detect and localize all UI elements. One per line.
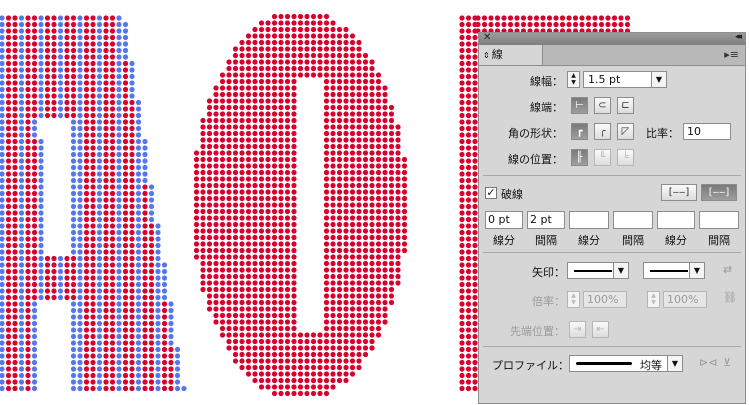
dash-label-1: 線分 <box>493 234 515 247</box>
scale-label: 倍率： <box>532 295 565 308</box>
butt-cap-button[interactable]: ⊢ <box>571 97 588 114</box>
panel-menu-icon[interactable]: ▸≡ <box>724 48 739 61</box>
dash-align-corners-button[interactable]: [‒‒] <box>701 184 737 201</box>
profile-label: プロファイル： <box>492 359 569 372</box>
gap-input-2[interactable] <box>613 211 653 229</box>
gap-input-3[interactable] <box>699 211 739 229</box>
align-stroke-label: 線の位置： <box>508 153 563 166</box>
projecting-cap-button[interactable]: ⊏ <box>617 97 634 114</box>
dash-input-1[interactable]: 0 pt <box>485 211 523 229</box>
close-icon[interactable]: ✕ <box>483 32 491 43</box>
chevron-down-icon: ▼ <box>667 356 682 371</box>
align-inside-button[interactable]: ╙ <box>594 149 611 166</box>
miter-limit-input[interactable]: 10 <box>683 123 731 140</box>
line-sample <box>650 270 688 272</box>
stroke-weight-dropdown[interactable]: 1.5 pt ▼ <box>583 71 667 88</box>
profile-sample <box>576 362 632 365</box>
miter-limit-label: 比率： <box>646 127 679 140</box>
gap-input-1[interactable]: 2 pt <box>527 211 565 229</box>
stroke-weight-value: 1.5 pt <box>588 73 621 86</box>
divider <box>483 175 741 176</box>
scale-end-input[interactable]: 100% <box>663 291 707 308</box>
chevron-down-icon: ▼ <box>689 263 704 278</box>
arrow-inside-button[interactable]: ⇤ <box>592 321 609 338</box>
arrow-extend-button[interactable]: ⇥ <box>569 321 586 338</box>
bevel-join-button[interactable]: ◸ <box>617 123 634 140</box>
gap-label-1: 間隔 <box>535 234 557 247</box>
collapse-icon[interactable]: ◂◂ <box>735 32 742 42</box>
scale-stepper-end[interactable]: ▲ ▼ <box>647 291 660 308</box>
dashed-line-label: 破線 <box>501 188 523 201</box>
scale-start-input[interactable]: 100% <box>583 291 627 308</box>
dash-input-3[interactable] <box>657 211 695 229</box>
miter-join-button[interactable]: ┏ <box>571 123 588 140</box>
chevron-down-icon: ▼ <box>613 263 628 278</box>
dash-input-2[interactable] <box>569 211 609 229</box>
tab-stroke-label: 線 <box>491 48 503 61</box>
flip-profile-vertical-icon[interactable]: ⊻ <box>723 356 731 369</box>
dash-preserve-button[interactable]: [‒‒] <box>661 184 697 201</box>
end-arrowhead-dropdown[interactable]: ▼ <box>643 262 705 279</box>
round-cap-button[interactable]: ⊂ <box>594 97 611 114</box>
gap-label-2: 間隔 <box>622 234 644 247</box>
arrow-align-label: 先端位置： <box>510 325 565 338</box>
stroke-weight-label: 線幅： <box>530 75 563 88</box>
panel-titlebar[interactable]: ✕ ◂◂ <box>479 32 745 45</box>
flip-profile-horizontal-icon[interactable]: ⊳⊲ <box>699 356 717 369</box>
scale-stepper-start[interactable]: ▲ ▼ <box>567 291 580 308</box>
divider <box>483 346 741 347</box>
dash-label-3: 線分 <box>665 234 687 247</box>
swap-arrows-icon[interactable]: ⇄ <box>723 263 732 276</box>
gap-label-3: 間隔 <box>708 234 730 247</box>
divider <box>483 252 741 253</box>
align-outside-button[interactable]: ╘ <box>617 149 634 166</box>
panel-tab-row: ⇕ 線 ▸≡ <box>479 45 745 66</box>
corner-label: 角の形状： <box>508 127 563 140</box>
dash-label-2: 線分 <box>578 234 600 247</box>
arrowhead-label: 矢印： <box>532 266 565 279</box>
dashed-line-checkbox[interactable]: ✓ <box>485 187 497 199</box>
profile-dropdown[interactable]: 均等 ▼ <box>569 355 683 372</box>
link-scale-icon[interactable]: ⛓ <box>723 291 737 304</box>
tab-stroke[interactable]: ⇕ 線 <box>479 45 543 65</box>
tab-updown-icon: ⇕ <box>483 51 490 60</box>
align-center-button[interactable]: ╟ <box>571 149 588 166</box>
profile-value: 均等 <box>640 359 662 372</box>
line-sample <box>574 270 612 272</box>
stroke-panel: ✕ ◂◂ ⇕ 線 ▸≡ 線幅： ▲ ▼ 1.5 pt ▼ 線端： ⊢ ⊂ ⊏ 角の形… <box>478 32 746 404</box>
chevron-down-icon: ▼ <box>651 72 666 87</box>
stroke-weight-stepper[interactable]: ▲ ▼ <box>567 71 580 88</box>
round-join-button[interactable]: ╭ <box>594 123 611 140</box>
start-arrowhead-dropdown[interactable]: ▼ <box>567 262 629 279</box>
cap-label: 線端： <box>530 101 563 114</box>
